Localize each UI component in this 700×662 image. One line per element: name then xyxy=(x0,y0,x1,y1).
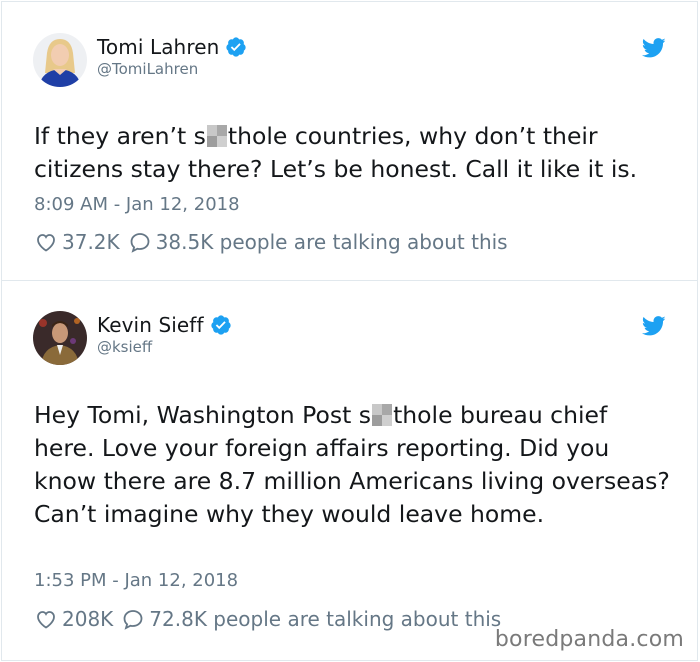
heart-icon[interactable] xyxy=(34,230,58,254)
twitter-bird-icon[interactable] xyxy=(641,316,666,336)
reply-icon[interactable] xyxy=(121,607,145,631)
handle[interactable]: @ksieff xyxy=(97,338,152,356)
display-name[interactable]: Kevin Sieff xyxy=(97,313,204,337)
timestamp[interactable]: 1:53 PM - Jan 12, 2018 xyxy=(34,570,238,591)
censored-word xyxy=(206,125,227,147)
handle[interactable]: @TomiLahren xyxy=(97,60,198,78)
talking-count[interactable]: 72.8K people are talking about this xyxy=(149,607,501,631)
engagement-bar: 37.2K 38.5K people are talking about thi… xyxy=(34,230,508,254)
avatar[interactable] xyxy=(33,33,87,87)
censored-word xyxy=(372,404,393,426)
heart-icon[interactable] xyxy=(34,607,58,631)
tweet-text-part: Hey Tomi, Washington Post s xyxy=(34,401,372,429)
verified-icon xyxy=(225,36,247,58)
like-count: 208K xyxy=(62,607,114,631)
verified-icon xyxy=(210,314,232,336)
display-name[interactable]: Tomi Lahren xyxy=(97,35,219,59)
tweet-text: Hey Tomi, Washington Post s thole bureau … xyxy=(34,399,674,531)
talking-count[interactable]: 38.5K people are talking about this xyxy=(156,230,508,254)
tweet-text-part: If they aren’t s xyxy=(34,122,206,150)
timestamp[interactable]: 8:09 AM - Jan 12, 2018 xyxy=(34,194,240,215)
twitter-bird-icon[interactable] xyxy=(641,38,666,58)
like-count: 37.2K xyxy=(62,230,120,254)
engagement-bar: 208K 72.8K people are talking about this xyxy=(34,607,501,631)
tweet-text: If they aren’t s thole countries, why don… xyxy=(34,120,674,186)
watermark: boredpanda.com xyxy=(494,627,684,652)
avatar[interactable] xyxy=(33,311,87,365)
tweet-card[interactable]: Tomi Lahren @TomiLahren If they aren’t s… xyxy=(1,1,698,281)
reply-icon[interactable] xyxy=(128,230,152,254)
tweet-card[interactable]: Kevin Sieff @ksieff Hey Tomi, Washington… xyxy=(1,281,698,661)
